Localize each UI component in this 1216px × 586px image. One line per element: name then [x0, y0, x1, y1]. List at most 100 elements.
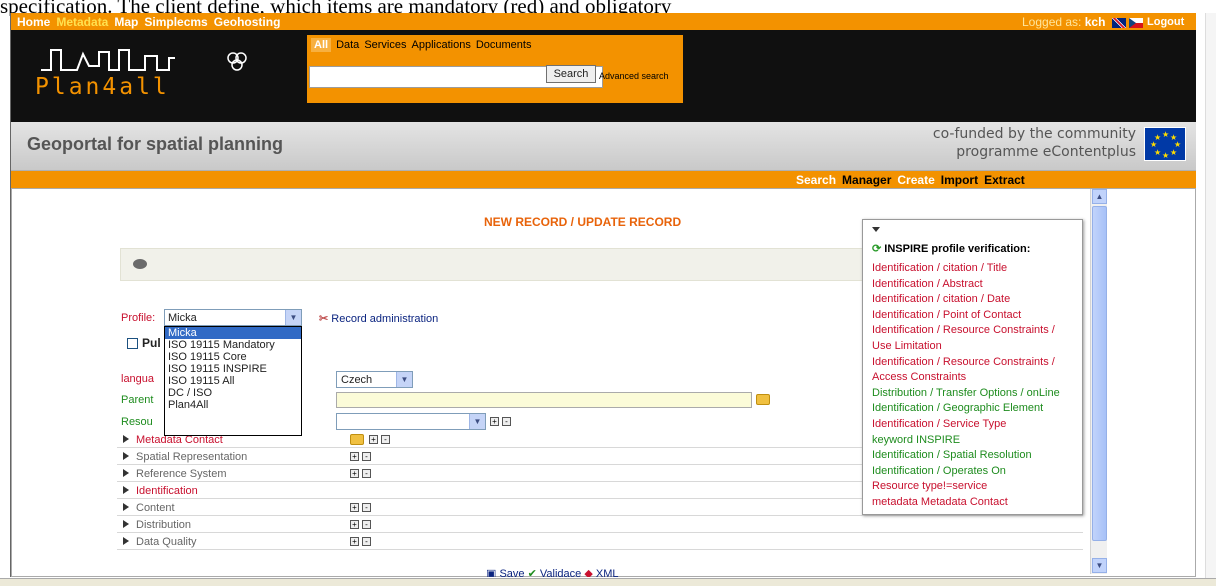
public-checkbox[interactable] [127, 338, 138, 350]
menu-manager[interactable]: Manager [842, 173, 891, 187]
eu-flag-icon: ★ ★ ★ ★ ★ ★ ★ ★ [1144, 127, 1186, 161]
collapse-arrow-icon[interactable] [872, 227, 880, 232]
search-tab-services[interactable]: Services [364, 39, 406, 51]
record-administration-link[interactable]: ✂ Record administration [319, 312, 438, 325]
tree-row-distribution[interactable]: Distribution + - [117, 516, 1083, 533]
language-select-value: Czech [341, 374, 373, 386]
profile-select[interactable]: Micka ▼ [164, 309, 302, 326]
inspire-check-item[interactable]: Resource type!=service [872, 479, 1077, 495]
scroll-down-arrow-icon[interactable]: ▼ [1092, 558, 1107, 573]
search-tab-applications[interactable]: Applications [412, 39, 471, 51]
search-tab-all[interactable]: All [311, 38, 332, 52]
plus-icon[interactable]: + [350, 452, 359, 461]
wrench-icon: ✂ [319, 313, 329, 325]
profile-dropdown-list[interactable]: Micka ISO 19115 Mandatory ISO 19115 Core… [164, 326, 302, 436]
minus-icon[interactable]: - [362, 520, 371, 529]
menu-create[interactable]: Create [897, 173, 934, 187]
resource-select[interactable]: ▼ [336, 413, 486, 430]
plus-icon[interactable]: + [350, 520, 359, 529]
inspire-check-item[interactable]: metadata Metadata Contact [872, 495, 1077, 511]
plus-icon[interactable]: + [490, 417, 499, 426]
profile-option[interactable]: DC / ISO [165, 387, 301, 399]
plus-icon[interactable]: + [350, 537, 359, 546]
search-tab-documents[interactable]: Documents [476, 39, 532, 51]
profile-option[interactable]: ISO 19115 All [165, 375, 301, 387]
language-select[interactable]: Czech ▼ [336, 371, 413, 388]
uk-flag-icon[interactable] [1111, 17, 1126, 28]
nav-home[interactable]: Home [17, 15, 50, 29]
save-button[interactable]: Save [499, 568, 524, 577]
logout-link[interactable]: Logout [1147, 16, 1184, 28]
title-band: Geoportal for spatial planning co-funded… [11, 122, 1196, 171]
nav-simplecms[interactable]: Simplecms [144, 15, 207, 29]
vertical-scrollbar[interactable]: ▲ ▼ [1090, 189, 1107, 574]
xml-icon[interactable]: ◆ [584, 568, 592, 577]
login-status: Logged as: kch [1022, 15, 1143, 29]
inspire-check-item[interactable]: Identification / Service Type [872, 417, 1077, 433]
inspire-check-item[interactable]: Identification / Resource Constraints / … [872, 355, 1077, 386]
search-tabs: All Data Services Applications Documents [311, 38, 536, 52]
scroll-up-arrow-icon[interactable]: ▲ [1092, 189, 1107, 204]
eye-icon[interactable] [133, 259, 147, 269]
expand-arrow-icon[interactable] [123, 537, 129, 545]
profile-option[interactable]: Micka [165, 327, 301, 339]
check-icon[interactable]: ✔ [528, 568, 537, 577]
xml-button[interactable]: XML [596, 568, 619, 577]
top-navigation: Home Metadata Map Simplecms Geohosting Logge… [11, 13, 1196, 30]
tree-row-data-quality[interactable]: Data Quality + - [117, 533, 1083, 550]
browser-scrollbar[interactable] [1205, 13, 1216, 578]
menu-extract[interactable]: Extract [984, 173, 1025, 187]
inspire-check-item[interactable]: keyword INSPIRE [872, 433, 1077, 449]
nav-geohosting[interactable]: Geohosting [214, 15, 281, 29]
scrollbar-thumb[interactable] [1092, 206, 1107, 541]
profile-option[interactable]: Plan4All [165, 399, 301, 411]
menu-search[interactable]: Search [796, 173, 836, 187]
profile-option[interactable]: ISO 19115 Mandatory [165, 339, 301, 351]
plus-icon[interactable]: + [350, 503, 359, 512]
minus-icon[interactable]: - [362, 537, 371, 546]
inspire-check-item[interactable]: Identification / Resource Constraints / … [872, 323, 1077, 354]
login-label: Logged as: [1022, 15, 1082, 29]
folder-icon[interactable] [756, 394, 770, 405]
expand-arrow-icon[interactable] [123, 520, 129, 528]
minus-icon[interactable]: - [362, 469, 371, 478]
expand-arrow-icon[interactable] [123, 435, 129, 443]
save-icon[interactable]: ▣ [486, 568, 496, 577]
search-tab-data[interactable]: Data [336, 39, 359, 51]
expand-arrow-icon[interactable] [123, 486, 129, 494]
inspire-check-item[interactable]: Identification / Point of Contact [872, 308, 1077, 324]
inspire-check-item[interactable]: Distribution / Transfer Options / onLine [872, 386, 1077, 402]
validate-button[interactable]: Validace [540, 568, 581, 577]
expand-arrow-icon[interactable] [123, 469, 129, 477]
minus-icon[interactable]: - [502, 417, 511, 426]
inspire-check-item[interactable]: Identification / Operates On [872, 464, 1077, 480]
inspire-check-item[interactable]: Identification / citation / Date [872, 292, 1077, 308]
nav-metadata[interactable]: Metadata [56, 15, 108, 29]
search-button[interactable]: Search [546, 65, 596, 83]
inspire-check-item[interactable]: Identification / Spatial Resolution [872, 448, 1077, 464]
profile-option[interactable]: ISO 19115 INSPIRE [165, 363, 301, 375]
minus-icon[interactable]: - [381, 435, 390, 444]
nav-map[interactable]: Map [114, 15, 138, 29]
profile-option[interactable]: ISO 19115 Core [165, 351, 301, 363]
public-checkbox-row: Pul [127, 336, 161, 350]
plus-icon[interactable]: + [350, 469, 359, 478]
advanced-search-link[interactable]: Advanced search [599, 71, 669, 81]
chevron-down-icon[interactable]: ▼ [396, 372, 412, 387]
folder-icon[interactable] [350, 434, 364, 445]
plus-icon[interactable]: + [369, 435, 378, 444]
cz-flag-icon[interactable] [1128, 17, 1143, 28]
inspire-check-item[interactable]: Identification / Abstract [872, 277, 1077, 293]
inspire-check-item[interactable]: Identification / Geographic Element [872, 401, 1077, 417]
chevron-down-icon[interactable]: ▼ [285, 310, 301, 325]
menu-import[interactable]: Import [941, 173, 978, 187]
minus-icon[interactable]: - [362, 452, 371, 461]
chevron-down-icon[interactable]: ▼ [469, 414, 485, 429]
refresh-icon[interactable]: ⟳ [872, 243, 881, 255]
parent-input[interactable] [336, 392, 752, 408]
inspire-check-item[interactable]: Identification / citation / Title [872, 261, 1077, 277]
minus-icon[interactable]: - [362, 503, 371, 512]
expand-arrow-icon[interactable] [123, 452, 129, 460]
expand-arrow-icon[interactable] [123, 503, 129, 511]
section-label: Identification [136, 485, 198, 497]
